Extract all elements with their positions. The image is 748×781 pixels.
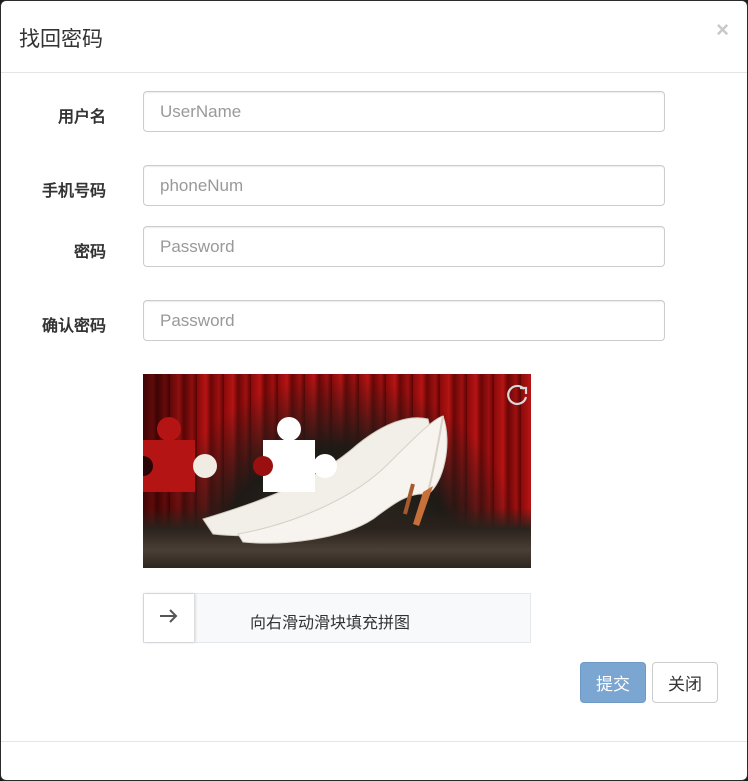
find-password-dialog: 找回密码 × 用户名 手机号码 密码 确认密码 [0, 0, 748, 781]
password-row: 密码 [1, 226, 747, 270]
captcha-slider[interactable]: 向右滑动滑块填充拼图 [143, 593, 531, 643]
confirm-password-row: 确认密码 [1, 300, 747, 344]
close-button[interactable]: 关闭 [652, 662, 718, 703]
puzzle-piece[interactable] [143, 417, 217, 492]
username-label: 用户名 [57, 107, 106, 126]
captcha-scene [143, 415, 448, 544]
phone-label: 手机号码 [41, 181, 106, 200]
username-input[interactable] [143, 91, 665, 132]
close-icon[interactable]: × [716, 17, 729, 43]
dialog-title: 找回密码 [19, 27, 103, 51]
footer-divider [1, 741, 747, 742]
phone-row: 手机号码 [1, 165, 747, 209]
slider-hint-text: 向右滑动滑块填充拼图 [250, 613, 411, 632]
password-label: 密码 [73, 242, 106, 261]
slider-handle[interactable] [144, 594, 195, 642]
confirm-password-input[interactable] [143, 300, 665, 341]
phone-input[interactable] [143, 165, 665, 206]
captcha-image [143, 374, 531, 568]
confirm-password-label: 确认密码 [41, 316, 106, 335]
submit-button[interactable]: 提交 [580, 662, 646, 703]
dialog-header: 找回密码 × [1, 1, 747, 73]
password-input[interactable] [143, 226, 665, 267]
arrow-right-icon [159, 608, 179, 628]
username-row: 用户名 [1, 91, 747, 135]
refresh-icon[interactable] [505, 382, 531, 408]
